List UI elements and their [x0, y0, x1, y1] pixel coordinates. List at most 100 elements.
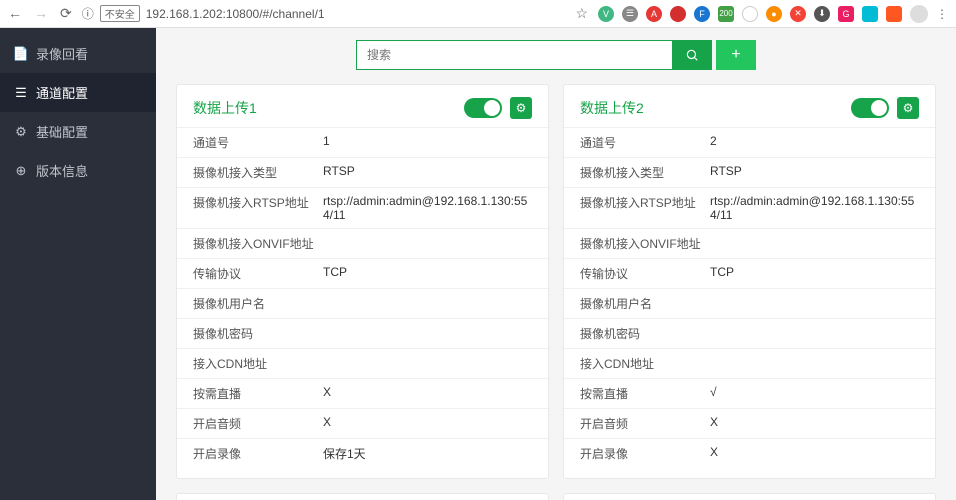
ext-icon[interactable] [862, 6, 878, 22]
field-label: 摄像机接入ONVIF地址 [580, 235, 710, 252]
add-button[interactable]: + [716, 40, 756, 70]
ext-icon[interactable] [742, 6, 758, 22]
plus-icon: + [731, 46, 740, 64]
field-label: 摄像机用户名 [193, 295, 323, 312]
field-value: RTSP [710, 164, 742, 181]
field-label: 接入CDN地址 [193, 355, 323, 372]
insecure-badge: 不安全 [100, 5, 140, 22]
enable-toggle[interactable] [851, 98, 889, 118]
channel-card: 数据上传3 ⚙ 通道号 3 摄像机接入类型 RTSP 摄像机接入RTSP地址 r… [176, 493, 549, 500]
sidebar-item-channel[interactable]: ☰ 通道配置 [0, 73, 156, 112]
field-row: 开启音频 X [564, 408, 935, 438]
field-label: 通道号 [580, 134, 710, 151]
field-value: RTSP [323, 164, 355, 181]
field-row: 开启录像 保存1天 [177, 438, 548, 468]
profile-avatar[interactable] [910, 5, 928, 23]
playback-icon: 📄 [14, 47, 28, 61]
sidebar-item-basic[interactable]: ⚙ 基础配置 [0, 112, 156, 151]
field-row: 接入CDN地址 [177, 348, 548, 378]
sidebar-item-playback[interactable]: 📄 录像回看 [0, 34, 156, 73]
field-label: 开启音频 [580, 415, 710, 432]
settings-icon: ⚙ [14, 125, 28, 139]
ext-icon[interactable]: ⬇ [814, 6, 830, 22]
ext-icon[interactable]: G [838, 6, 854, 22]
extension-tray: V ☰ A F 200 ● ✕ ⬇ G ⋮ [598, 5, 948, 23]
vue-ext-icon[interactable]: V [598, 6, 614, 22]
menu-icon[interactable]: ⋮ [936, 7, 948, 21]
field-label: 摄像机接入ONVIF地址 [193, 235, 323, 252]
browser-toolbar: ← → ⟳ ⓘ 不安全 192.168.1.202:10800/#/channe… [0, 0, 956, 28]
field-row: 摄像机接入ONVIF地址 [177, 228, 548, 258]
ext-icon[interactable]: F [694, 6, 710, 22]
field-row: 摄像机接入类型 RTSP [564, 157, 935, 187]
field-row: 开启音频 X [177, 408, 548, 438]
ext-icon[interactable]: ● [766, 6, 782, 22]
enable-toggle[interactable] [464, 98, 502, 118]
field-value: X [323, 385, 331, 402]
search-button[interactable] [672, 40, 712, 70]
field-row: 通道号 2 [564, 127, 935, 157]
sidebar-item-version[interactable]: ⊕ 版本信息 [0, 151, 156, 190]
field-row: 摄像机接入RTSP地址 rtsp://admin:admin@192.168.1… [564, 187, 935, 228]
channel-card: 数据上传1 ⚙ 通道号 1 摄像机接入类型 RTSP 摄像机接入RTSP地址 r… [176, 84, 549, 479]
field-row: 摄像机接入RTSP地址 rtsp://admin:admin@192.168.1… [177, 187, 548, 228]
settings-button[interactable]: ⚙ [897, 97, 919, 119]
channel-card: 数据上传4 ⚙ 通道号 4 摄像机接入类型 RTSP 摄像机接入RTSP地址 r… [563, 493, 936, 500]
gear-icon: ⚙ [516, 101, 527, 115]
field-value: rtsp://admin:admin@192.168.1.130:554/11 [710, 194, 919, 222]
field-label: 开启录像 [193, 445, 323, 462]
field-label: 按需直播 [193, 385, 323, 402]
star-icon[interactable]: ☆ [575, 5, 588, 22]
ext-icon[interactable]: ✕ [790, 6, 806, 22]
sidebar-item-label: 版本信息 [36, 161, 88, 180]
field-label: 开启录像 [580, 445, 710, 462]
field-label: 接入CDN地址 [580, 355, 710, 372]
field-value: 1 [323, 134, 330, 151]
field-label: 摄像机接入类型 [580, 164, 710, 181]
field-label: 传输协议 [193, 265, 323, 282]
sidebar-item-label: 基础配置 [36, 122, 88, 141]
field-row: 摄像机接入ONVIF地址 [564, 228, 935, 258]
field-row: 接入CDN地址 [564, 348, 935, 378]
field-row: 摄像机用户名 [564, 288, 935, 318]
field-label: 摄像机接入类型 [193, 164, 323, 181]
reload-button[interactable]: ⟳ [60, 5, 72, 22]
card-title: 数据上传2 [580, 98, 644, 118]
abp-ext-icon[interactable]: A [646, 6, 662, 22]
field-label: 摄像机密码 [193, 325, 323, 342]
gear-icon: ⚙ [903, 101, 914, 115]
field-value: X [710, 415, 718, 432]
ext-icon[interactable]: ☰ [622, 6, 638, 22]
field-label: 摄像机接入RTSP地址 [193, 194, 323, 222]
field-value: TCP [710, 265, 734, 282]
url-text: 192.168.1.202:10800/#/channel/1 [146, 7, 325, 21]
field-value: √ [710, 385, 717, 402]
field-row: 开启录像 X [564, 438, 935, 468]
forward-button[interactable]: → [34, 5, 48, 22]
field-row: 按需直播 √ [564, 378, 935, 408]
field-value: 保存1天 [323, 445, 366, 462]
search-input[interactable] [356, 40, 672, 70]
address-bar[interactable]: ⓘ 不安全 192.168.1.202:10800/#/channel/1 [82, 5, 566, 22]
sidebar-item-label: 录像回看 [36, 44, 88, 63]
settings-button[interactable]: ⚙ [510, 97, 532, 119]
field-row: 摄像机用户名 [177, 288, 548, 318]
card-title: 数据上传1 [193, 98, 257, 118]
channel-card: 数据上传2 ⚙ 通道号 2 摄像机接入类型 RTSP 摄像机接入RTSP地址 r… [563, 84, 936, 479]
sidebar: 📄 录像回看 ☰ 通道配置 ⚙ 基础配置 ⊕ 版本信息 [0, 28, 156, 500]
field-row: 通道号 1 [177, 127, 548, 157]
ext-icon[interactable] [670, 6, 686, 22]
field-row: 摄像机密码 [177, 318, 548, 348]
ext-icon[interactable] [886, 6, 902, 22]
field-label: 通道号 [193, 134, 323, 151]
field-value: X [710, 445, 718, 462]
field-row: 摄像机接入类型 RTSP [177, 157, 548, 187]
version-icon: ⊕ [14, 164, 28, 178]
field-label: 传输协议 [580, 265, 710, 282]
ext-icon[interactable]: 200 [718, 6, 734, 22]
back-button[interactable]: ← [8, 5, 22, 22]
info-icon: ⓘ [82, 5, 94, 22]
main-content: + 数据上传1 ⚙ 通道号 1 摄像机接入类型 RTSP 摄像机接入RTSP地址… [156, 28, 956, 500]
field-row: 摄像机密码 [564, 318, 935, 348]
field-label: 开启音频 [193, 415, 323, 432]
